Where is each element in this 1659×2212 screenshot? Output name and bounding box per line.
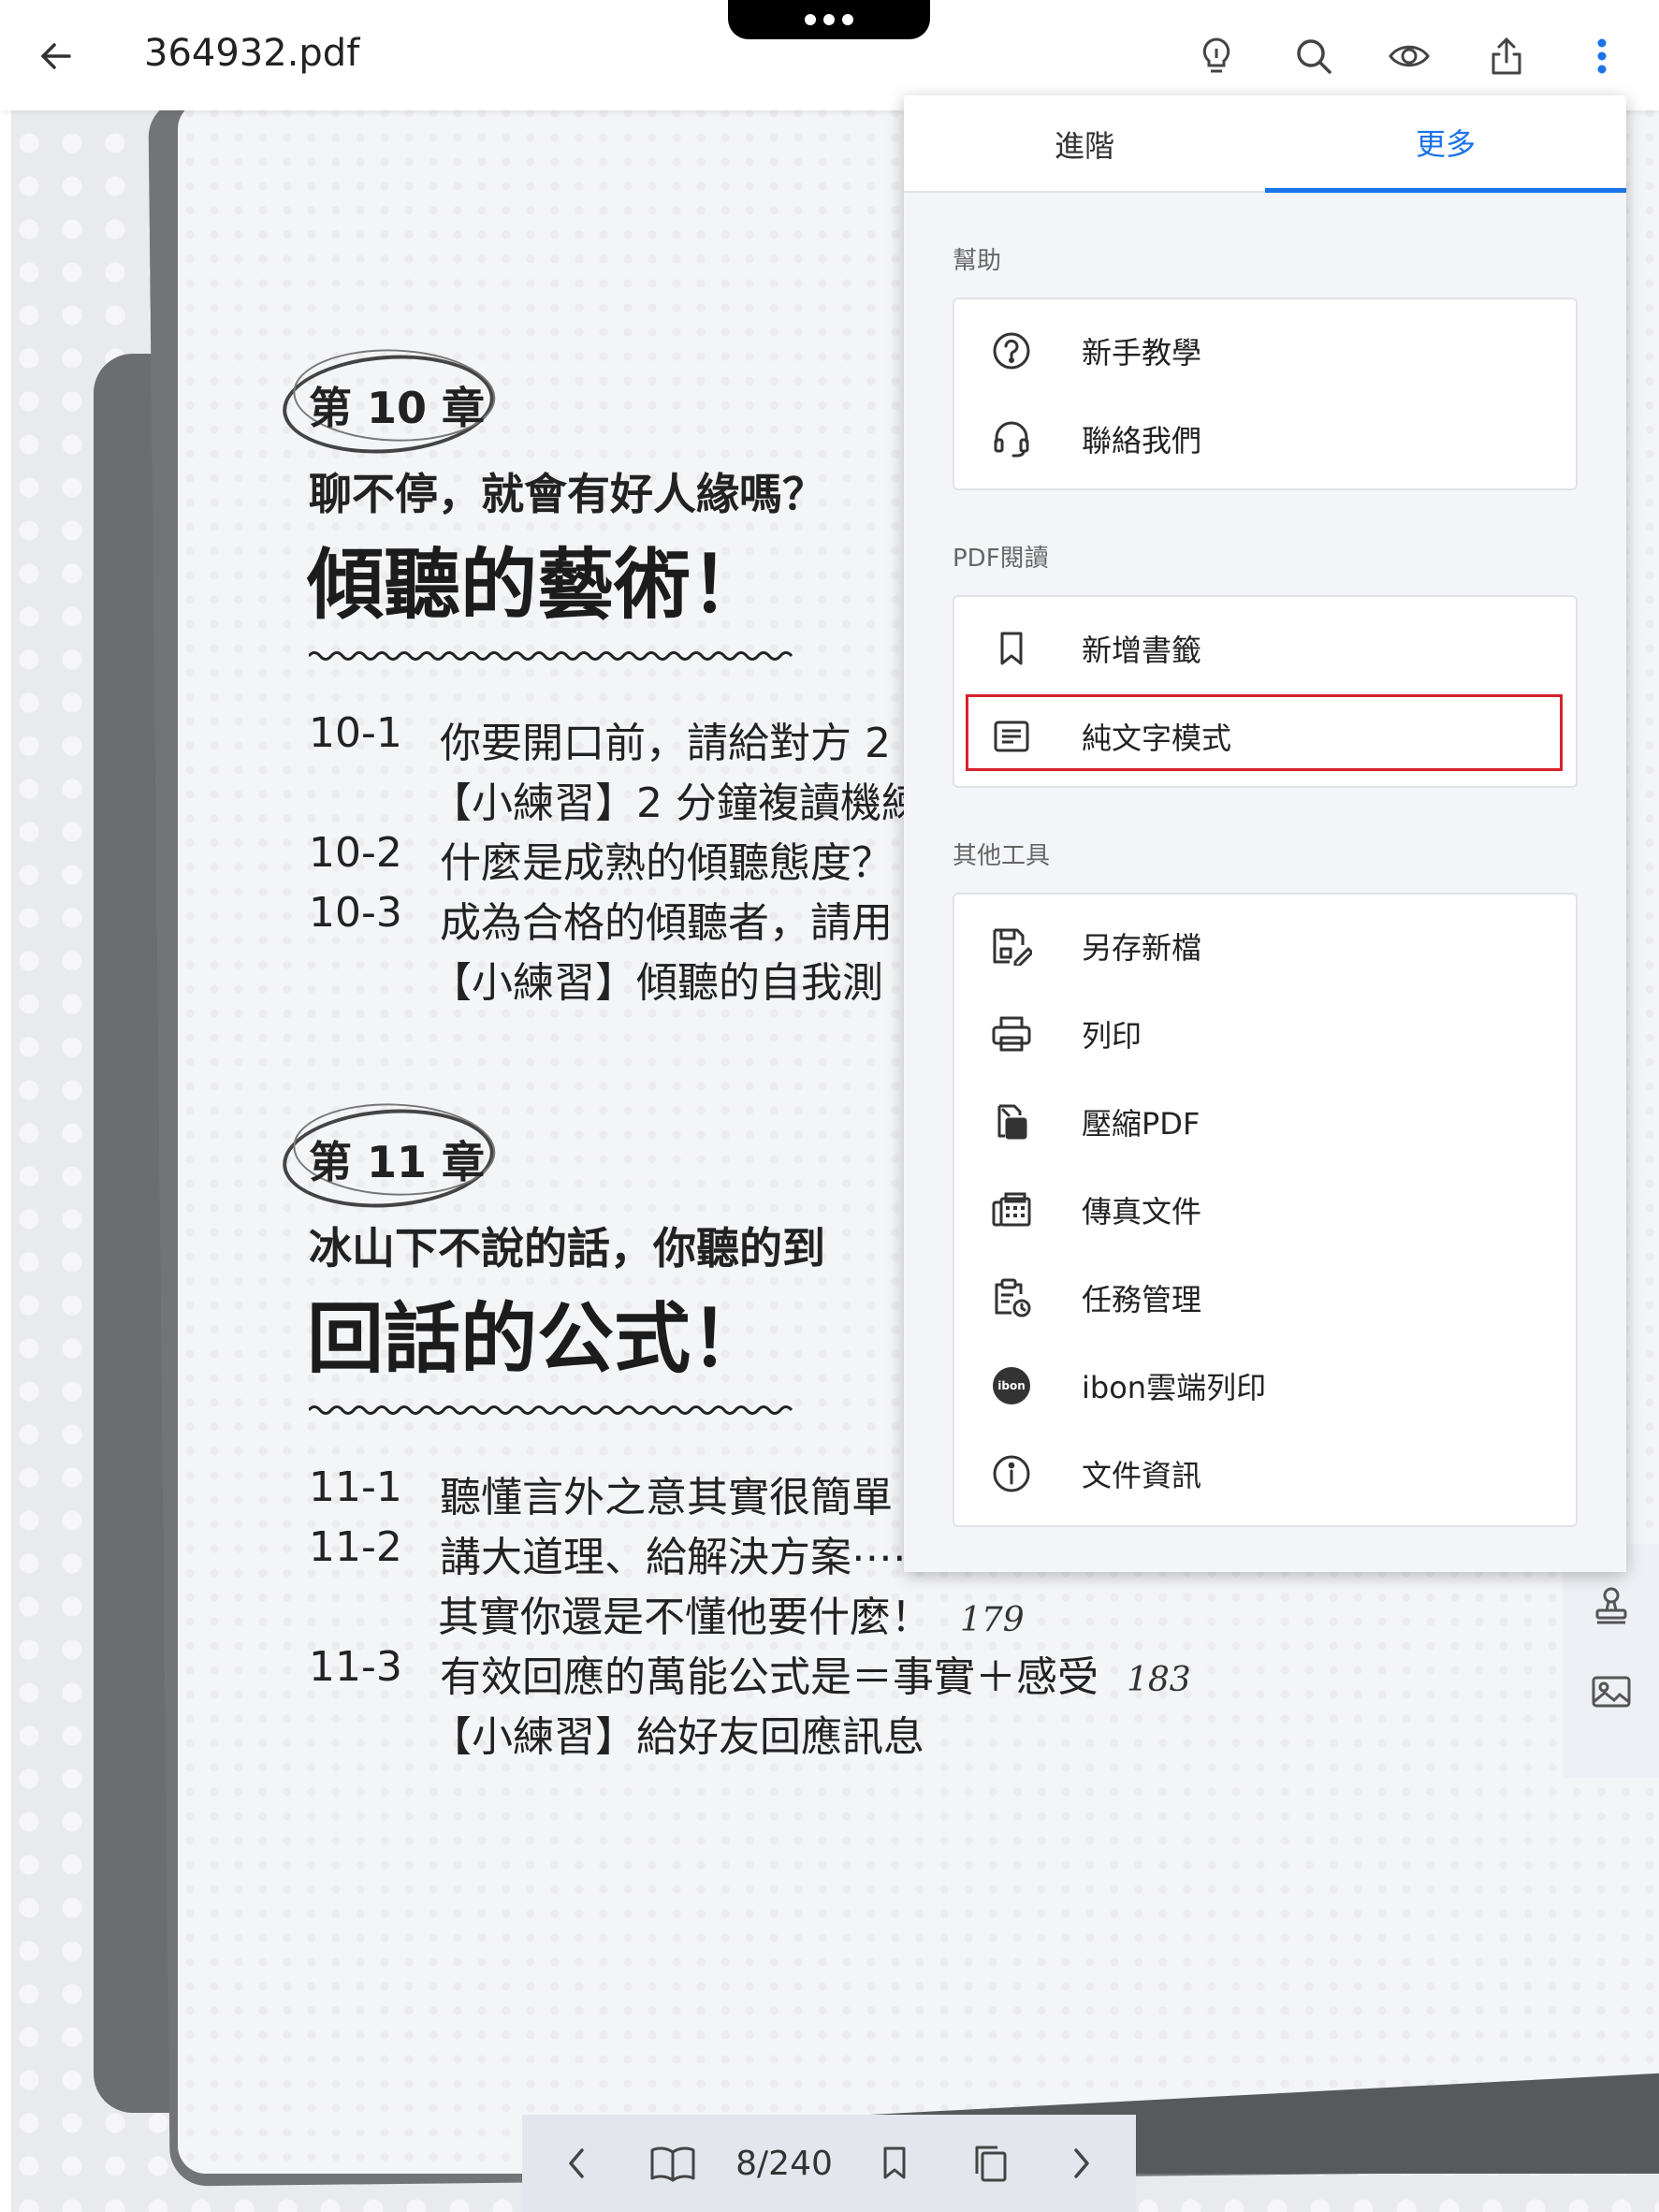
- toc-entry-text: 有效回應的萬能公式是＝事實＋感受: [440, 1653, 1099, 1701]
- other-tools-card: 另存新檔 列印 壓縮PDF 傳真文件 任務管理 ibon ibon雲端列印 文件…: [953, 893, 1578, 1527]
- toc-entry-text: 其實你還是不懂他要什麼！: [438, 1594, 932, 1641]
- menu-item-label: 新手教學: [1082, 335, 1202, 371]
- help-card: 新手教學 聯絡我們: [953, 298, 1578, 490]
- menu-item-label: 另存新檔: [1082, 930, 1202, 966]
- page-counter[interactable]: 8/240: [728, 2135, 840, 2191]
- chevron-left-icon[interactable]: [548, 2135, 604, 2191]
- left-edge: [0, 110, 11, 2212]
- compress-icon: [990, 1100, 1033, 1143]
- toc-number: 10-1: [309, 709, 402, 757]
- side-tool-rail: [1563, 1544, 1659, 1778]
- tab-advanced[interactable]: 進階: [904, 95, 1265, 193]
- search-icon[interactable]: [1286, 28, 1342, 84]
- toc-entry: 你要開口前，請給對方 2: [440, 720, 891, 767]
- printer-icon: [990, 1012, 1033, 1055]
- menu-item-label: 壓縮PDF: [1082, 1106, 1201, 1142]
- book-open-icon[interactable]: [640, 2135, 706, 2191]
- menu-item-label: 傳真文件: [1082, 1194, 1202, 1230]
- toc-page-number: 179: [960, 1601, 1025, 1639]
- help-circle-icon: [990, 329, 1033, 372]
- share-icon[interactable]: [1478, 28, 1535, 84]
- tab-more[interactable]: 更多: [1265, 95, 1626, 193]
- menu-item-label: ibon雲端列印: [1082, 1370, 1267, 1405]
- menu-item-label: 文件資訊: [1082, 1458, 1202, 1493]
- ibon-logo-text: ibon: [997, 1379, 1026, 1392]
- toc-entry: 什麼是成熟的傾聽態度？: [440, 839, 893, 887]
- menu-item-save-as[interactable]: 另存新檔: [954, 902, 1576, 990]
- image-icon[interactable]: [1583, 1664, 1639, 1720]
- more-vert-icon[interactable]: [1574, 28, 1630, 84]
- title-underline: [309, 1405, 793, 1415]
- title-underline: [309, 651, 793, 661]
- chevron-right-icon[interactable]: [1054, 2135, 1110, 2191]
- menu-item-fax[interactable]: 傳真文件: [954, 1166, 1576, 1254]
- menu-item-tutorial[interactable]: 新手教學: [954, 307, 1576, 395]
- menu-tabs: 進階 更多: [904, 95, 1626, 193]
- back-arrow-icon[interactable]: [28, 28, 84, 84]
- menu-item-label: 聯絡我們: [1082, 423, 1202, 458]
- lightbulb-icon[interactable]: [1188, 28, 1244, 84]
- section-label-pdf-reading: PDF閱讀: [953, 545, 1049, 573]
- menu-item-task-manager[interactable]: 任務管理: [954, 1254, 1576, 1342]
- menu-item-add-bookmark[interactable]: 新增書籤: [954, 604, 1576, 692]
- menu-item-document-info[interactable]: 文件資訊: [954, 1430, 1576, 1518]
- eye-icon[interactable]: [1381, 28, 1437, 84]
- task-clipboard-icon: [990, 1276, 1033, 1319]
- menu-item-label: 任務管理: [1082, 1282, 1202, 1317]
- toc-number: 11-2: [309, 1523, 402, 1571]
- bookmark-icon[interactable]: [866, 2135, 923, 2191]
- headset-icon: [990, 417, 1033, 460]
- fax-icon: [990, 1188, 1033, 1231]
- highlight-box-text-mode: [966, 694, 1563, 771]
- chapter-subtitle: 冰山下不說的話，你聽的到: [309, 1223, 825, 1273]
- toc-entry: 有效回應的萬能公式是＝事實＋感受 183: [440, 1643, 1191, 1703]
- chapter-title: 回話的公式！: [307, 1294, 768, 1384]
- chapter-badge: 第 11 章: [309, 1137, 486, 1187]
- toc-entry: 聽懂言外之意其實很簡單: [440, 1474, 893, 1521]
- toc-entry: 【小練習】2 分鐘複讀機練: [430, 779, 923, 827]
- toc-entry: 【小練習】傾聽的自我測: [430, 959, 883, 1007]
- document-title: 364932.pdf: [144, 32, 360, 75]
- bottom-navigation-bar: 8/240: [522, 2115, 1136, 2212]
- menu-item-label: 新增書籤: [1082, 633, 1202, 668]
- toc-entry: 講大道理、給解決方案⋯⋯: [440, 1534, 934, 1581]
- menu-item-compress-pdf[interactable]: 壓縮PDF: [954, 1078, 1576, 1166]
- chapter-subtitle: 聊不停，就會有好人緣嗎？: [309, 469, 825, 519]
- toc-entry: 成為合格的傾聽者，請用: [440, 899, 893, 947]
- section-label-help: 幫助: [953, 247, 1002, 275]
- toc-number: 11-1: [309, 1463, 402, 1511]
- bookmark-icon: [990, 627, 1033, 670]
- section-label-other-tools: 其他工具: [953, 842, 1051, 870]
- menu-item-contact[interactable]: 聯絡我們: [954, 395, 1576, 483]
- stamp-icon[interactable]: [1583, 1578, 1639, 1634]
- toc-number: 10-3: [309, 889, 402, 937]
- camera-notch: [728, 0, 930, 39]
- toc-number: 11-3: [309, 1643, 402, 1691]
- menu-item-print[interactable]: 列印: [954, 990, 1576, 1078]
- save-as-icon: [990, 924, 1033, 968]
- menu-item-label: 列印: [1082, 1018, 1142, 1054]
- copy-pages-icon[interactable]: [962, 2135, 1018, 2191]
- menu-item-ibon-print[interactable]: ibon ibon雲端列印: [954, 1342, 1576, 1430]
- toc-page-number: 183: [1127, 1661, 1191, 1699]
- toc-number: 10-2: [309, 829, 402, 877]
- chapter-title: 傾聽的藝術！: [307, 540, 768, 630]
- toc-entry: 【小練習】給好友回應訊息: [430, 1713, 924, 1761]
- toc-entry: 其實你還是不懂他要什麼！ 179: [438, 1583, 1025, 1643]
- info-icon: [990, 1452, 1033, 1495]
- ibon-icon: ibon: [990, 1364, 1033, 1407]
- chapter-badge: 第 10 章: [309, 383, 486, 433]
